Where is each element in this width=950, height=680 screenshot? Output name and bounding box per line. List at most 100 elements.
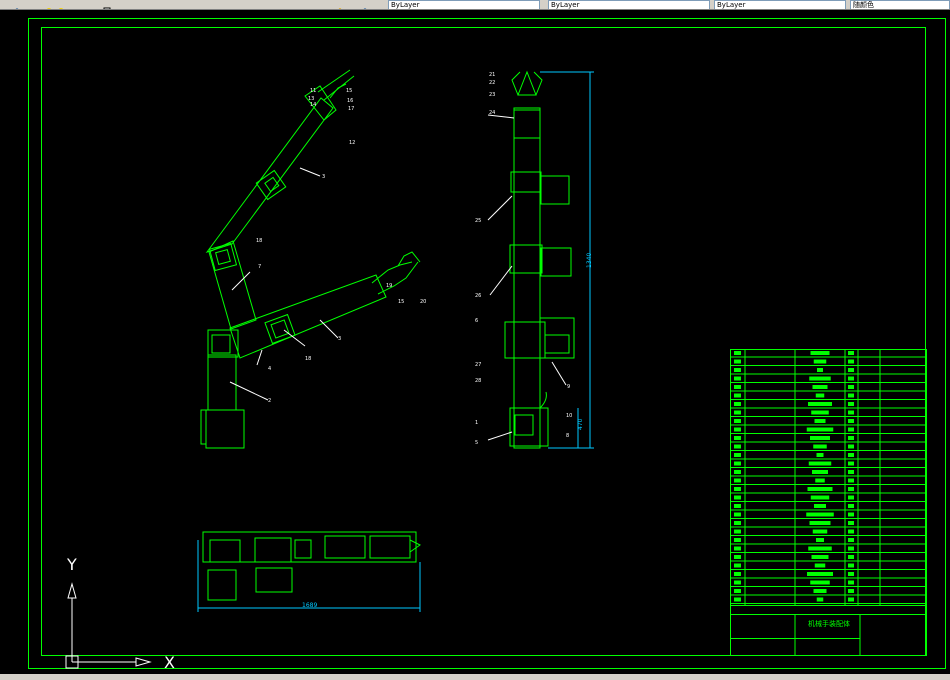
part-label: 15 (346, 88, 352, 94)
linetype-dropdown[interactable]: ByLayer (548, 0, 710, 9)
drawing-canvas[interactable]: 1340 1689 470 机械手装配体 Y X 11 13 14 15 16 17 12 3… (0, 10, 950, 674)
table-cell-mark (734, 597, 741, 602)
part-label: 15 (398, 299, 404, 305)
table-cell-mark (848, 385, 854, 389)
part-label: 3 (322, 174, 325, 180)
part-label: 25 (475, 218, 481, 224)
part-label: 8 (566, 433, 569, 439)
table-cell-mark (848, 359, 854, 364)
table-cell-mark (813, 359, 827, 364)
table-cell-mark (848, 487, 854, 491)
table-cell-mark (806, 427, 834, 432)
table-cell-mark (812, 529, 828, 534)
table-cell-mark (734, 410, 741, 415)
table-cell-mark (816, 538, 824, 542)
plotstyle-dropdown[interactable]: 随颜色 (850, 0, 950, 9)
part-label: 18 (256, 238, 262, 244)
table-cell-mark (848, 555, 854, 559)
table-cell-mark (848, 419, 854, 423)
lineweight-dropdown[interactable]: ByLayer (714, 0, 846, 9)
table-cell-mark (809, 521, 831, 525)
labels-side: 21 22 23 24 25 26 6 1 5 27 28 10 8 9 (475, 72, 572, 446)
part-label: 7 (258, 264, 261, 270)
table-cell-mark (848, 453, 854, 457)
table-cell-mark (817, 368, 823, 372)
table-cell-mark (734, 436, 741, 440)
table-cell-mark (814, 563, 826, 568)
table-cell-mark (734, 546, 741, 551)
table-cell-mark (848, 580, 854, 585)
table-cell-mark (848, 546, 854, 551)
part-label: 23 (489, 92, 495, 98)
table-cell-mark (734, 368, 741, 372)
part-label: 10 (566, 413, 572, 419)
table-cell-mark (816, 597, 824, 602)
table-cell-mark (734, 487, 741, 491)
table-cell-mark (734, 351, 741, 355)
bottom-view (202, 531, 421, 601)
dim-label-left: 470 (577, 418, 584, 430)
part-label: 28 (475, 378, 481, 384)
table-cell-mark (848, 529, 854, 534)
table-cell-mark (808, 461, 832, 466)
table-cell-mark (806, 512, 834, 517)
table-cell-mark (811, 410, 829, 415)
dimensions (197, 71, 594, 612)
table-cell-mark (734, 453, 741, 457)
table-cell-mark (848, 427, 854, 432)
table-cell-mark (808, 546, 832, 551)
table-cell-mark (734, 427, 741, 432)
bulb-icon[interactable] (44, 0, 54, 9)
dim-label-top: 1340 (586, 253, 593, 268)
table-cell-mark (814, 504, 826, 508)
labels-arm2: 1915 2034182 (268, 283, 426, 404)
table-cell-mark (848, 572, 854, 576)
arm-lower-view (200, 251, 421, 449)
part-label: 1 (475, 420, 478, 426)
part-label: 14 (310, 102, 316, 108)
sun-icon[interactable] (56, 0, 66, 9)
parts-list-table (730, 349, 927, 656)
part-label: 18 (305, 356, 311, 362)
table-cell-mark (734, 470, 741, 474)
table-cell-mark (848, 495, 854, 500)
table-cell-mark (734, 376, 741, 381)
top-toolbar: ByLayer ByLayer ByLayer 随颜色 (0, 0, 950, 10)
table-cell-mark (848, 402, 854, 406)
table-cell-mark (848, 393, 854, 398)
ucs-y-label: Y (66, 555, 77, 574)
table-cell-mark (734, 589, 741, 593)
table-cell-mark (848, 597, 854, 602)
layer-prev-icon[interactable] (360, 0, 370, 9)
table-cell-mark (848, 444, 854, 449)
table-cell-mark (734, 572, 741, 576)
table-cell-mark (807, 572, 833, 576)
table-cell-mark (848, 504, 854, 508)
layer-state-icon[interactable] (335, 0, 345, 9)
color-dropdown[interactable]: ByLayer (388, 0, 540, 9)
table-cell-mark (812, 470, 828, 474)
lock-icon[interactable] (90, 0, 100, 8)
table-cell-mark (848, 410, 854, 415)
part-label: 5 (475, 440, 478, 446)
table-cell-mark (814, 419, 826, 423)
part-label: 2 (268, 398, 271, 404)
table-cell-mark (734, 563, 741, 568)
layer-icon[interactable] (12, 0, 22, 9)
table-cell-mark (734, 461, 741, 466)
table-cell-mark (848, 368, 854, 372)
table-cell-mark (848, 521, 854, 525)
table-cell-mark (734, 521, 741, 525)
table-cell-mark (734, 538, 741, 542)
part-label: 3 (338, 336, 341, 342)
part-label: 21 (489, 72, 495, 78)
table-cell-mark (811, 555, 829, 559)
table-cell-mark (816, 453, 824, 457)
table-cell-mark (848, 351, 854, 355)
color-icon[interactable] (102, 0, 112, 9)
part-label: 9 (567, 384, 570, 390)
table-cell-mark (815, 478, 825, 483)
table-cell-mark (848, 461, 854, 466)
table-cell-mark (848, 538, 854, 542)
part-label: 11 (310, 88, 316, 94)
